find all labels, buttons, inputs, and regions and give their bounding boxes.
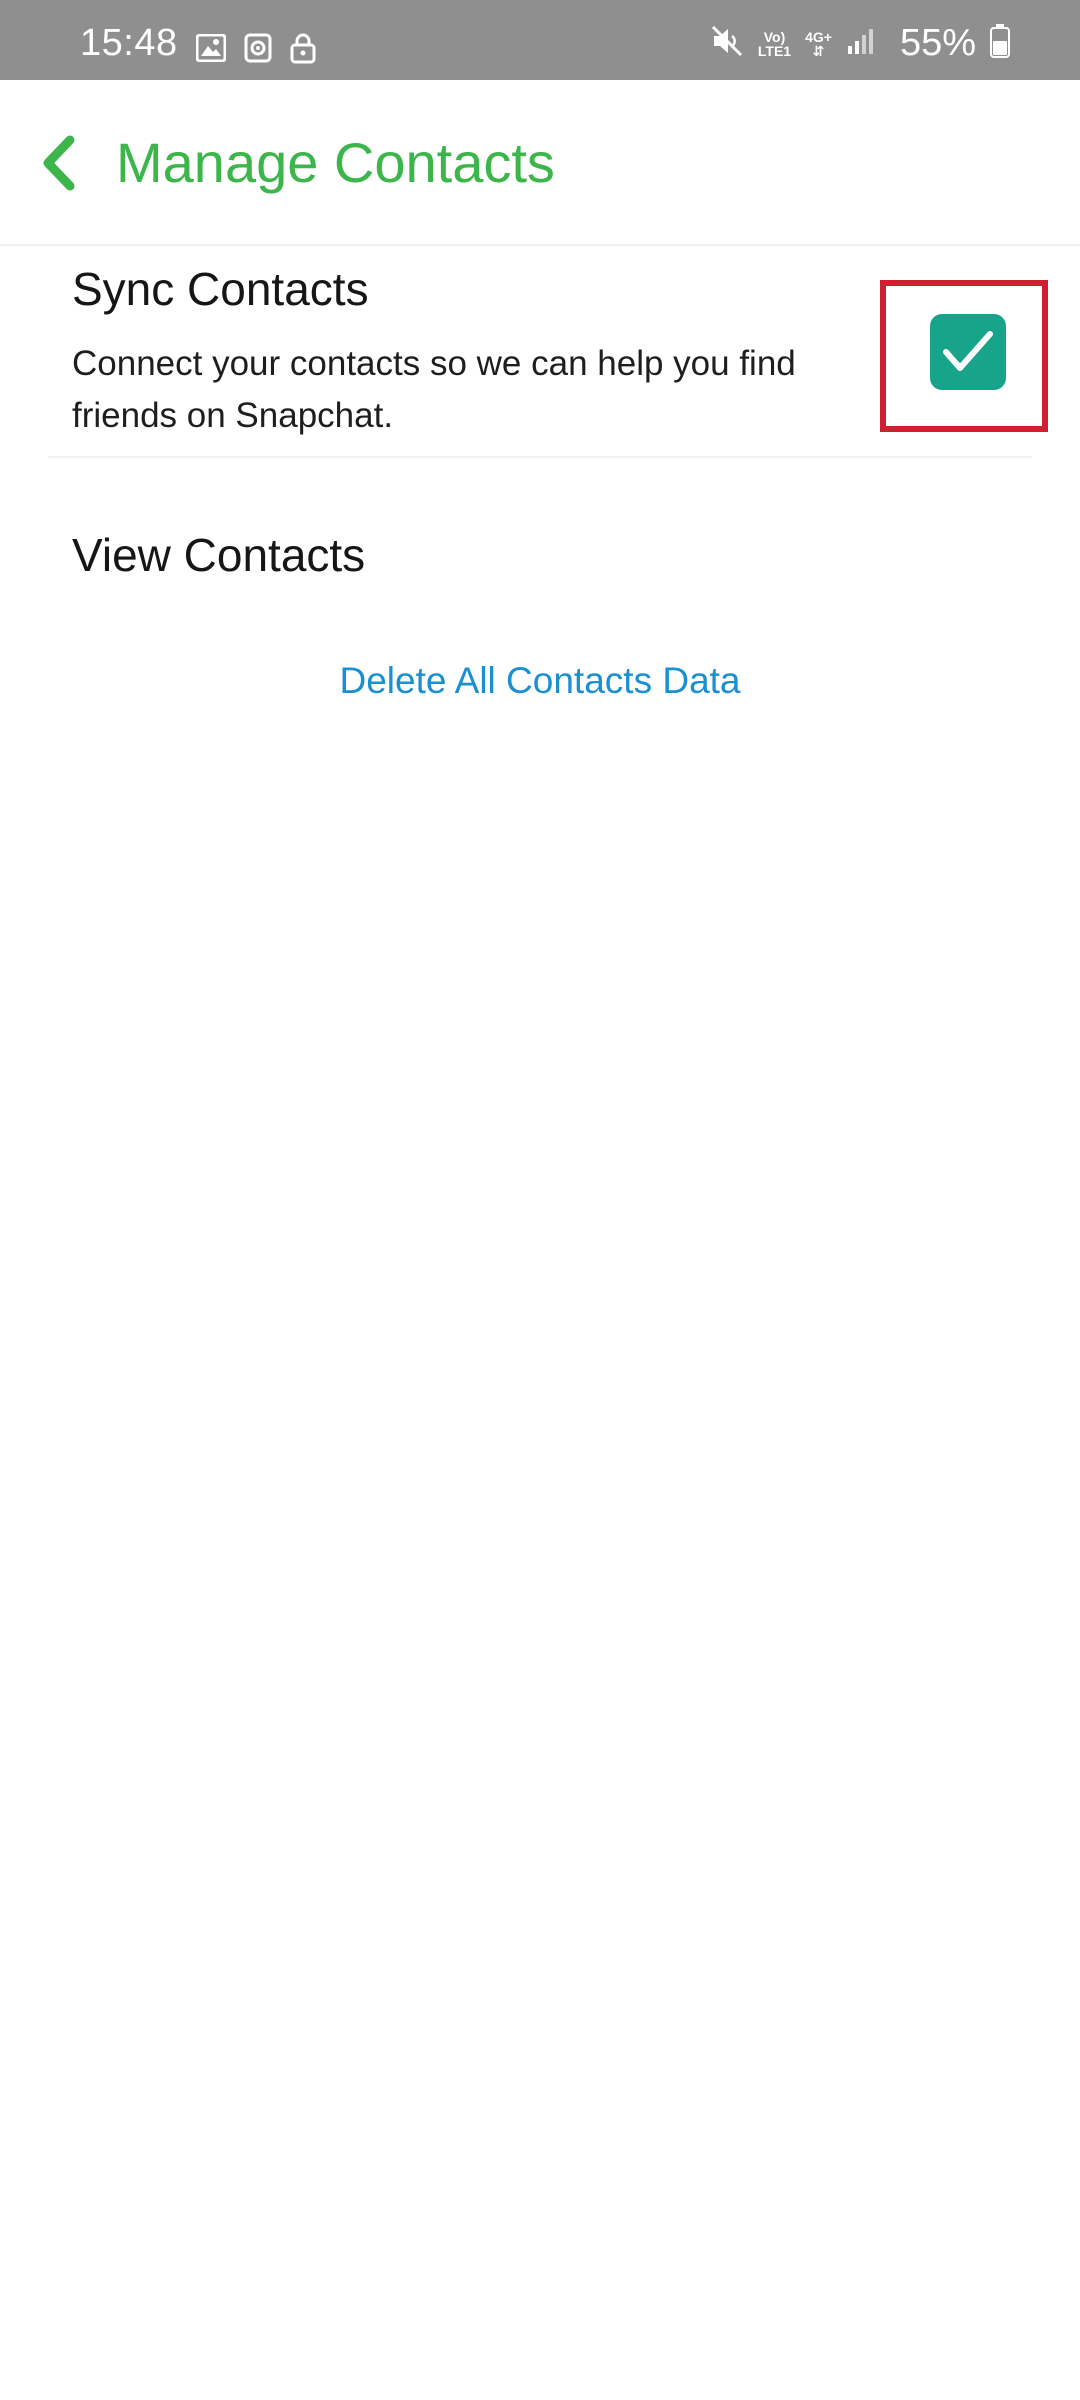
gallery-icon [195, 33, 227, 67]
lte-label: LTE1 [757, 42, 792, 59]
status-bar: 15:48 Vo) LTE1 4G+ ⇵ 55% [0, 0, 1080, 80]
volte-indicator: Vo) LTE1 [758, 30, 791, 58]
checkmark-icon [943, 331, 993, 371]
sync-contacts-checkbox[interactable] [930, 314, 1006, 390]
mute-icon [710, 24, 744, 63]
volte-label: Vo) [763, 28, 786, 45]
checkbox-highlight-box [880, 280, 1048, 432]
sync-contacts-row: Sync Contacts Connect your contacts so w… [48, 250, 1048, 458]
page-title: Manage Contacts [116, 131, 555, 194]
battery-icon [990, 24, 1010, 63]
signal-icon [846, 26, 876, 61]
data-arrows-icon: ⇵ [812, 42, 825, 59]
header: Manage Contacts [0, 80, 1080, 246]
screen-record-icon [244, 33, 272, 68]
view-contacts-item[interactable]: View Contacts [72, 528, 365, 582]
status-left-icons [195, 32, 316, 69]
delete-all-contacts-button[interactable]: Delete All Contacts Data [339, 660, 740, 701]
battery-percentage: 55% [899, 22, 976, 64]
status-right-icons: Vo) LTE1 4G+ ⇵ 55% [710, 22, 1010, 65]
status-time: 15:48 [80, 22, 178, 64]
data-type-label: 4G+ [805, 28, 832, 45]
lock-icon [290, 32, 316, 69]
sync-contacts-title: Sync Contacts [72, 263, 369, 315]
back-icon[interactable] [38, 134, 78, 192]
sync-contacts-description: Connect your contacts so we can help you… [72, 344, 796, 435]
delete-all-contacts-link: Delete All Contacts Data [0, 660, 1080, 702]
data-indicator: 4G+ ⇵ [805, 30, 832, 58]
